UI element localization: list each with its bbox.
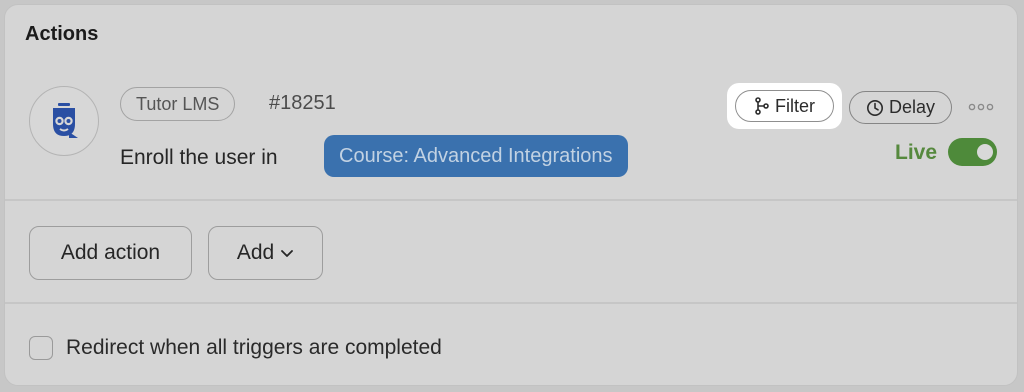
app-avatar: [29, 86, 99, 156]
add-label: Add: [236, 241, 275, 264]
tutor-lms-owl-icon: [53, 103, 78, 138]
more-dots-icon: [968, 103, 994, 111]
add-action-button[interactable]: Add action: [29, 226, 192, 280]
redirect-checkbox[interactable]: [29, 336, 53, 360]
chevron-down-icon: [281, 250, 294, 257]
filter-button-inner[interactable]: Filter: [735, 90, 834, 122]
section-title: Actions: [25, 23, 99, 45]
course-chip[interactable]: Course: Advanced Integrations: [324, 135, 628, 177]
live-status-label: Live: [895, 141, 938, 164]
action-id: #18251: [269, 92, 336, 114]
filter-button[interactable]: Filter: [727, 83, 842, 129]
actions-panel: Actions Tutor LMS #18251 Enroll the user…: [4, 4, 1018, 386]
more-options-button[interactable]: [966, 97, 996, 117]
toggle-knob: [977, 144, 993, 160]
add-dropdown-button[interactable]: Add: [208, 226, 323, 280]
delay-button[interactable]: Delay: [849, 91, 952, 124]
redirect-checkbox-label[interactable]: Redirect when all triggers are completed: [66, 336, 442, 360]
branch-icon: [755, 97, 769, 115]
filter-label: Filter: [775, 95, 815, 116]
app-source-pill: Tutor LMS: [120, 87, 236, 121]
action-description: Enroll the user in: [120, 146, 278, 169]
divider: [5, 302, 1017, 304]
clock-icon: [866, 99, 883, 116]
live-toggle[interactable]: [948, 138, 997, 166]
divider: [5, 199, 1017, 201]
delay-label: Delay: [888, 97, 936, 117]
